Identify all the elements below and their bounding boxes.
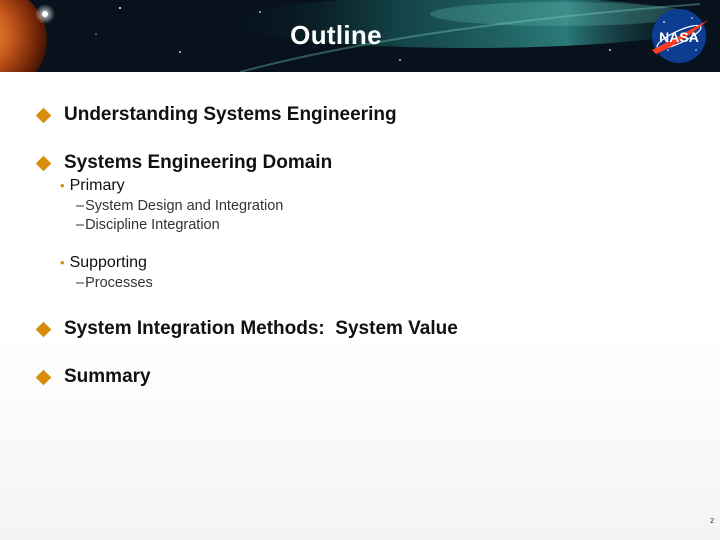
outline-item-text: Understanding Systems Engineering <box>64 104 397 125</box>
outline-detail: –Processes <box>76 274 153 293</box>
header-banner: Outline NASA <box>0 0 720 72</box>
outline-subitem-text: Primary <box>69 177 125 194</box>
outline-item: Summary <box>35 364 151 390</box>
nasa-logo-text: NASA <box>659 29 699 45</box>
outline-detail-text: Discipline Integration <box>85 217 220 233</box>
dash-marker: – <box>76 275 85 291</box>
outline-item: Systems Engineering Domain <box>35 150 333 176</box>
slide: Outline NASA Understanding Systems Engin… <box>0 0 720 540</box>
outline-item: System Integration Methods: System Value <box>35 316 458 342</box>
outline-detail-text: System Design and Integration <box>85 198 284 214</box>
outline-subitem: • Supporting <box>60 253 147 273</box>
outline-item-text: Systems Engineering Domain <box>64 152 333 173</box>
dash-marker: – <box>76 217 85 233</box>
orange-dot-icon: • <box>60 255 65 270</box>
page-number: 2 <box>710 518 714 525</box>
outline-item-text: Summary <box>64 366 151 387</box>
nasa-logo: NASA <box>652 9 708 63</box>
dash-marker: – <box>76 198 85 214</box>
orange-diamond-icon <box>35 321 52 337</box>
orange-diamond-icon <box>35 155 52 171</box>
outline-detail: –Discipline Integration <box>76 216 220 235</box>
outline-item-text: System Integration Methods: System Value <box>64 318 458 339</box>
slide-title: Outline <box>290 20 382 50</box>
outline-detail: –System Design and Integration <box>76 197 283 216</box>
orange-diamond-icon <box>35 369 52 385</box>
outline-item: Understanding Systems Engineering <box>35 102 397 128</box>
outline-subitem-text: Supporting <box>69 254 147 271</box>
orange-diamond-icon <box>35 107 52 123</box>
orange-dot-icon: • <box>60 178 65 193</box>
outline-subitem: • Primary <box>60 176 125 196</box>
outline-detail-text: Processes <box>85 275 153 291</box>
